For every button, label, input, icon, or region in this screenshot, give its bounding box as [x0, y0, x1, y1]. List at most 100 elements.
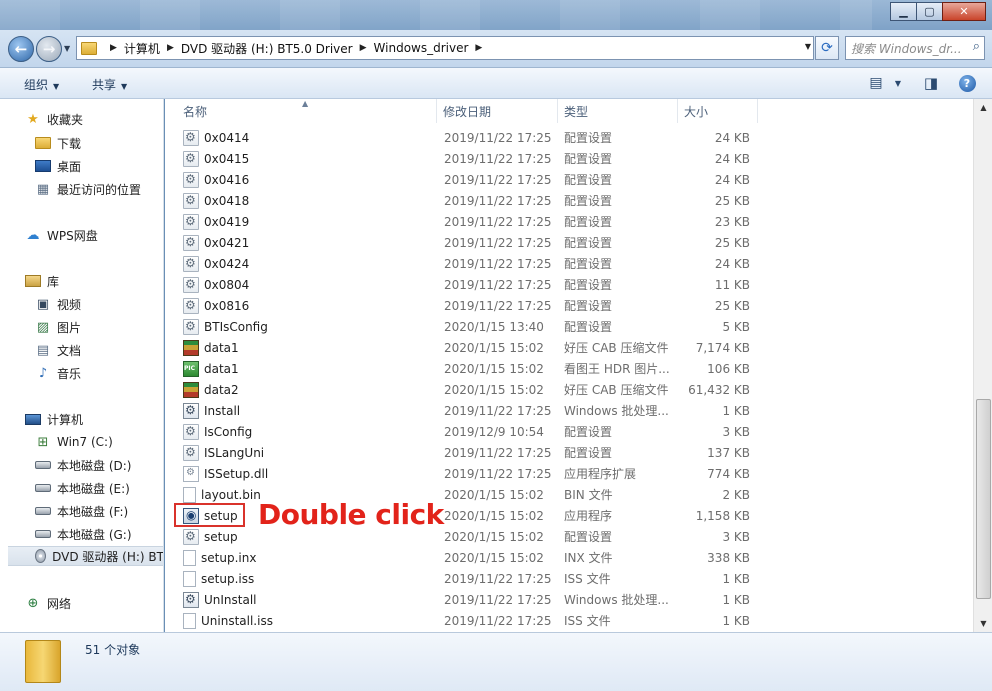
nav-music[interactable]: ♪ 音乐 [35, 363, 81, 383]
file-row[interactable]: 0x0415 2019/11/22 17:25 配置设置 24 KB [165, 148, 973, 169]
nav-videos[interactable]: ▣ 视频 [35, 294, 81, 314]
dll-file-icon [183, 465, 199, 482]
file-date-cell: 2019/12/9 10:54 [444, 424, 544, 439]
view-dropdown[interactable]: ▼ [888, 74, 908, 92]
nav-drive-d[interactable]: 本地磁盘 (D:) [35, 455, 131, 475]
file-row[interactable]: 0x0816 2019/11/22 17:25 配置设置 25 KB [165, 295, 973, 316]
file-type-cell: 好压 CAB 压缩文件 [564, 341, 669, 355]
nav-drive-h[interactable]: DVD 驱动器 (H:) BT [8, 546, 163, 566]
file-name-cell: setup.inx [183, 547, 433, 568]
nav-wps-cloud[interactable]: ☁ WPS网盘 [25, 225, 98, 245]
refresh-button[interactable]: ⟳ [815, 36, 839, 60]
nav-drive-g-label: 本地磁盘 (G:) [57, 527, 132, 542]
column-header-name[interactable]: 名称 [177, 99, 437, 123]
nav-recent[interactable]: ▦ 最近访问的位置 [35, 179, 141, 199]
nav-network[interactable]: ⊕ 网络 [25, 593, 71, 613]
cfg-file-icon [183, 129, 199, 146]
downloads-folder-icon [35, 137, 51, 149]
file-row[interactable]: data2 2020/1/15 15:02 好压 CAB 压缩文件 61,432 KB [165, 379, 973, 400]
breadcrumb-separator-icon[interactable]: ▶ [475, 43, 482, 53]
file-name: 0x0415 [204, 151, 250, 166]
column-header-date[interactable]: 修改日期 [437, 99, 558, 123]
nav-drive-g[interactable]: 本地磁盘 (G:) [35, 524, 132, 544]
file-row[interactable]: Uninstall.iss 2019/11/22 17:25 ISS 文件 1 KB [165, 610, 973, 631]
close-button[interactable]: ✕ [942, 2, 986, 21]
file-row[interactable]: setup.inx 2020/1/15 15:02 INX 文件 338 KB [165, 547, 973, 568]
folder-icon [81, 41, 97, 55]
file-row[interactable]: 0x0419 2019/11/22 17:25 配置设置 23 KB [165, 211, 973, 232]
music-icon: ♪ [38, 365, 48, 381]
file-row[interactable]: 0x0421 2019/11/22 17:25 配置设置 25 KB [165, 232, 973, 253]
breadcrumb-computer[interactable]: 计算机 [124, 40, 160, 57]
organize-menu[interactable]: 组织 ▼ [24, 76, 59, 93]
file-row[interactable]: 0x0414 2019/11/22 17:25 配置设置 24 KB [165, 127, 973, 148]
help-button[interactable]: ? [957, 74, 977, 92]
nav-drive-e[interactable]: 本地磁盘 (E:) [35, 478, 130, 498]
breadcrumb-separator-icon[interactable]: ▶ [360, 43, 367, 53]
nav-favorites[interactable]: ★ 收藏夹 [25, 109, 83, 129]
nav-documents[interactable]: ▤ 文档 [35, 340, 81, 360]
minimize-button[interactable]: ▁ [890, 2, 917, 21]
nav-music-label: 音乐 [57, 366, 82, 381]
search-icon[interactable]: ⌕ [973, 39, 980, 54]
file-name-cell: UnInstall [183, 589, 433, 610]
file-row[interactable]: 0x0804 2019/11/22 17:25 配置设置 11 KB [165, 274, 973, 295]
file-size-cell: 11 KB [714, 277, 750, 292]
breadcrumb-windows-driver[interactable]: Windows_driver [374, 41, 469, 55]
nav-downloads[interactable]: 下载 [35, 133, 81, 153]
vertical-scrollbar[interactable]: ▲ ▼ [973, 99, 992, 632]
file-row[interactable]: data1 2020/1/15 15:02 好压 CAB 压缩文件 7,174 KB [165, 337, 973, 358]
breadcrumb-separator-icon[interactable]: ▶ [110, 43, 117, 53]
file-date-cell: 2020/1/15 15:02 [444, 382, 544, 397]
file-type-cell: 配置设置 [564, 173, 613, 187]
file-name: 0x0804 [204, 277, 250, 292]
dvd-drive-icon [35, 549, 47, 563]
nav-desktop[interactable]: 桌面 [35, 156, 81, 176]
address-history-dropdown[interactable]: ▼ [805, 42, 811, 51]
file-row[interactable]: 0x0418 2019/11/22 17:25 配置设置 25 KB [165, 190, 973, 211]
share-menu[interactable]: 共享 ▼ [92, 76, 127, 93]
file-row[interactable]: UnInstall 2019/11/22 17:25 Windows 批处理... 1… [165, 589, 973, 610]
cab-file-icon [183, 381, 199, 398]
star-icon: ★ [27, 111, 39, 127]
column-header-size[interactable]: 大小 [678, 99, 758, 123]
file-row[interactable]: Install 2019/11/22 17:25 Windows 批处理... 1 K… [165, 400, 973, 421]
forward-button[interactable]: → [36, 36, 62, 62]
scrollbar-thumb[interactable] [976, 399, 991, 599]
address-bar[interactable]: ▶ 计算机 ▶ DVD 驱动器 (H:) BT5.0 Driver ▶ Wind… [76, 36, 814, 60]
column-header-type[interactable]: 类型 [558, 99, 678, 123]
search-input[interactable]: 搜索 Windows_dr... ⌕ [845, 36, 985, 60]
file-row[interactable]: ISLangUni 2019/11/22 17:25 配置设置 137 KB [165, 442, 973, 463]
preview-pane-button[interactable]: ◨ [921, 74, 941, 92]
file-size-cell: 1 KB [722, 592, 750, 607]
library-icon [25, 275, 41, 287]
scroll-up-icon[interactable]: ▲ [975, 99, 992, 116]
back-button[interactable]: ← [8, 36, 34, 62]
nav-drive-c[interactable]: ⊞ Win7 (C:) [35, 432, 113, 452]
file-size-cell: 5 KB [722, 319, 750, 334]
nav-computer[interactable]: 计算机 [25, 409, 83, 429]
view-options-button[interactable]: ▤ [866, 74, 886, 92]
file-row[interactable]: IsConfig 2019/12/9 10:54 配置设置 3 KB [165, 421, 973, 442]
breadcrumb-separator-icon[interactable]: ▶ [167, 43, 174, 53]
recent-pages-dropdown[interactable]: ▼ [64, 44, 70, 53]
file-name-cell: data1 [183, 337, 433, 358]
search-placeholder: 搜索 Windows_dr... [851, 41, 962, 56]
file-row[interactable]: BTIsConfig 2020/1/15 13:40 配置设置 5 KB [165, 316, 973, 337]
file-size-cell: 25 KB [714, 193, 750, 208]
file-row[interactable]: 0x0416 2019/11/22 17:25 配置设置 24 KB [165, 169, 973, 190]
file-row[interactable]: setup.iss 2019/11/22 17:25 ISS 文件 1 KB [165, 568, 973, 589]
help-icon: ? [958, 74, 976, 92]
file-row[interactable]: data1 2020/1/15 15:02 看图王 HDR 图片... 106 KB [165, 358, 973, 379]
picture-icon: ▨ [36, 319, 50, 335]
maximize-button[interactable]: ▢ [916, 2, 943, 21]
nav-drive-f[interactable]: 本地磁盘 (F:) [35, 501, 128, 521]
file-row[interactable]: ISSetup.dll 2019/11/22 17:25 应用程序扩展 774 KB [165, 463, 973, 484]
blank-file-icon [183, 549, 196, 566]
breadcrumb-dvd-drive[interactable]: DVD 驱动器 (H:) BT5.0 Driver [181, 40, 353, 57]
scroll-down-icon[interactable]: ▼ [975, 615, 992, 632]
nav-libraries[interactable]: 库 [25, 271, 59, 291]
file-list: ▲ 名称 修改日期 类型 大小 0x04142019/11/22 17:25配置… [165, 99, 973, 632]
nav-pictures[interactable]: ▨ 图片 [35, 317, 81, 337]
file-row[interactable]: 0x0424 2019/11/22 17:25 配置设置 24 KB [165, 253, 973, 274]
